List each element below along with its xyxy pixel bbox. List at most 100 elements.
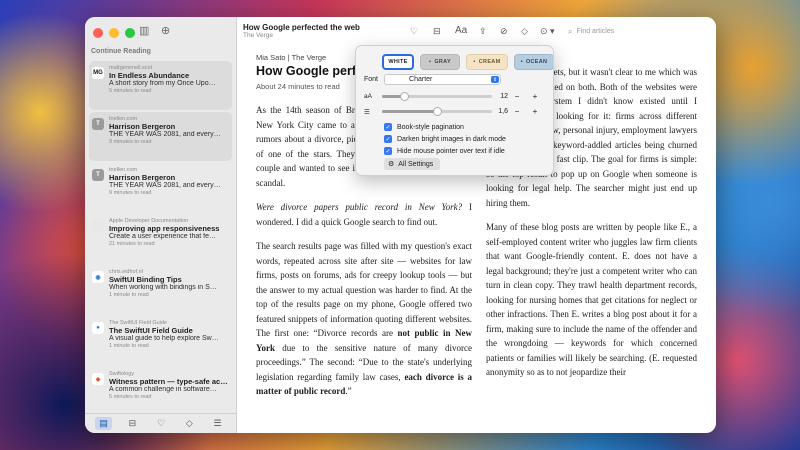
window-title: How Google perfected the web — [243, 23, 360, 32]
theme-ocean-button[interactable]: ▪ OCEAN — [514, 54, 553, 70]
font-select[interactable]: Charter ⇕ — [384, 74, 502, 85]
theme-label: WHITE — [388, 59, 408, 65]
archive-icon[interactable]: ⊟ — [433, 26, 441, 37]
article-read-time: 21 minutes to read — [109, 241, 155, 247]
heart-icon[interactable]: ♡ — [410, 26, 418, 37]
slider-knob[interactable] — [433, 107, 442, 116]
article-list-item[interactable]: ◉ chris.eidhof.nl SwiftUI Binding Tips When… — [89, 265, 232, 314]
article-read-time: 1 minute to read — [109, 292, 149, 298]
article-title: Witness pattern — type-safe access contr… — [109, 377, 229, 386]
zoom-button[interactable] — [125, 28, 135, 38]
reading-list-icon[interactable]: ▤ — [95, 417, 112, 430]
minimize-button[interactable] — [109, 28, 119, 38]
article-excerpt: A short story from my Once Upo… — [109, 80, 216, 87]
article-title: In Endless Abundance — [109, 71, 190, 80]
sidebar: ▥ ⊕ Continue Reading MG mattgemmell.scot I… — [85, 17, 237, 433]
theme-cream-button[interactable]: ▪ CREAM — [466, 54, 508, 70]
option-darken-images[interactable]: ✓ Darken bright images in dark mode — [384, 135, 506, 143]
article-excerpt: THE YEAR WAS 2081, and every… — [109, 131, 221, 138]
line-spacing-decrease-button[interactable]: − — [508, 107, 526, 116]
line-spacing-row: ☰ 1,6 − + — [364, 107, 544, 116]
text-size-decrease-button[interactable]: − — [508, 92, 526, 101]
section-title: Continue Reading — [91, 48, 151, 55]
search-input[interactable]: ⌕ Find articles — [562, 23, 712, 40]
article-list-item-text: Swiftology Witness pattern — type-safe ac… — [109, 371, 229, 412]
close-button[interactable] — [93, 28, 103, 38]
theme-label: GRAY — [434, 59, 451, 65]
tag-icon[interactable]: ◇ — [521, 26, 528, 37]
heart-icon[interactable]: ♡ — [153, 417, 169, 430]
reader-settings-popover: WHITE ▪ GRAY ▪ CREAM ▪ OCEAN Font Charter ⇕… — [355, 45, 554, 176]
archive-icon[interactable]: ⊟ — [125, 417, 141, 430]
site-favicon-icon — [92, 220, 104, 232]
all-settings-button[interactable]: ⚙ All Settings — [384, 158, 441, 170]
line-spacing-slider[interactable] — [382, 107, 492, 116]
text-size-slider[interactable] — [382, 92, 492, 101]
article-list-item[interactable]: MG mattgemmell.scot In Endless Abundance A … — [89, 61, 232, 110]
theme-label: CREAM — [478, 59, 501, 65]
article-list-item-text: tnellen.com Harrison Bergeron THE YEAR WAS… — [109, 116, 221, 157]
paragraph: Were divorce papers public record in New… — [256, 200, 472, 229]
all-settings-label: All Settings — [398, 160, 434, 168]
article-list-item[interactable]: ● The SwiftUI Field Guide The SwiftUI Fiel… — [89, 316, 232, 365]
option-label: Book-style pagination — [397, 123, 464, 131]
option-label: Hide mouse pointer over text if idle — [397, 147, 505, 155]
option-hide-pointer[interactable]: ✓ Hide mouse pointer over text if idle — [384, 147, 505, 155]
lock-icon: ▪ — [520, 59, 523, 65]
tag-icon[interactable]: ◇ — [182, 417, 197, 430]
text-size-row: aA 12 − + — [364, 92, 544, 101]
slider-knob[interactable] — [400, 92, 409, 101]
site-favicon-icon: MG — [92, 67, 104, 79]
article-list-item-text: The SwiftUI Field Guide The SwiftUI Field… — [109, 320, 219, 361]
add-icon[interactable]: ⊕ — [161, 24, 170, 37]
font-label: Font — [364, 76, 379, 83]
article-byline: Mia Sato | The Verge — [256, 53, 327, 62]
theme-white-button[interactable]: WHITE — [382, 54, 414, 70]
article-list-item-text: tnellen.com Harrison Bergeron THE YEAR WAS… — [109, 167, 221, 208]
option-book-pagination[interactable]: ✓ Book-style pagination — [384, 123, 464, 131]
chevron-updown-icon: ⇕ — [491, 76, 500, 83]
site-favicon-icon: ◉ — [92, 271, 104, 283]
site-favicon-icon: T — [92, 118, 104, 130]
article-excerpt: Create a user experience that fe… — [109, 233, 217, 240]
checkbox-checked-icon[interactable]: ✓ — [384, 123, 392, 131]
site-favicon-icon: ● — [92, 322, 104, 334]
article-list-item[interactable]: ◆ Swiftology Witness pattern — type-safe a… — [89, 367, 232, 416]
option-label: Darken bright images in dark mode — [397, 135, 506, 143]
lock-icon: ▪ — [429, 59, 432, 65]
checkbox-checked-icon[interactable]: ✓ — [384, 147, 392, 155]
gear-icon: ⚙ — [388, 161, 395, 168]
compass-icon[interactable]: ⊘ — [500, 26, 508, 37]
text: .” — [345, 386, 352, 396]
share-icon[interactable]: ⇪ — [479, 26, 487, 37]
article-list: MG mattgemmell.scot In Endless Abundance A … — [89, 61, 232, 418]
article-list-item[interactable]: Ttnellen.com Harrison Bergeron THE YEAR WA… — [89, 112, 232, 161]
article-excerpt: A common challenge in software… — [109, 386, 217, 393]
line-spacing-increase-button[interactable]: + — [526, 107, 544, 116]
text: The search results page was filled with … — [256, 241, 472, 338]
more-icon[interactable]: ⊙ ▾ — [540, 26, 555, 37]
theme-picker: WHITE ▪ GRAY ▪ CREAM ▪ OCEAN — [382, 54, 553, 70]
site-favicon-icon: ◆ — [92, 373, 104, 385]
article-title: Harrison Bergeron — [109, 173, 176, 182]
article-list-item[interactable]: Ttnellen.com Harrison Bergeron THE YEAR WA… — [89, 163, 232, 212]
article-excerpt: When working with bindings in S… — [109, 284, 217, 291]
toolbar: How Google perfected the web The Verge ♡… — [237, 17, 716, 47]
theme-gray-button[interactable]: ▪ GRAY — [420, 54, 460, 70]
article-list-item[interactable]: Apple Developer Documentation Improving a… — [89, 214, 232, 263]
theme-label: OCEAN — [525, 59, 548, 65]
checkbox-checked-icon[interactable]: ✓ — [384, 135, 392, 143]
text-size-value: 12 — [500, 93, 508, 100]
paragraph: The search results page was filled with … — [256, 239, 472, 399]
article-title: Harrison Bergeron — [109, 122, 176, 131]
text-size-icon[interactable]: Aa — [455, 25, 467, 36]
font-row: Font Charter ⇕ — [364, 74, 502, 85]
text-size-increase-button[interactable]: + — [526, 92, 544, 101]
inbox-icon[interactable]: ☰ — [210, 417, 226, 430]
sidebar-toggle-icon[interactable]: ▥ — [139, 24, 149, 37]
text-size-label: aA — [364, 93, 372, 100]
article-list-item-text: Apple Developer Documentation Improving a… — [109, 218, 219, 259]
search-icon: ⌕ — [568, 26, 573, 36]
article-read-time: About 24 minutes to read — [256, 82, 340, 91]
window-subtitle: The Verge — [243, 32, 273, 39]
